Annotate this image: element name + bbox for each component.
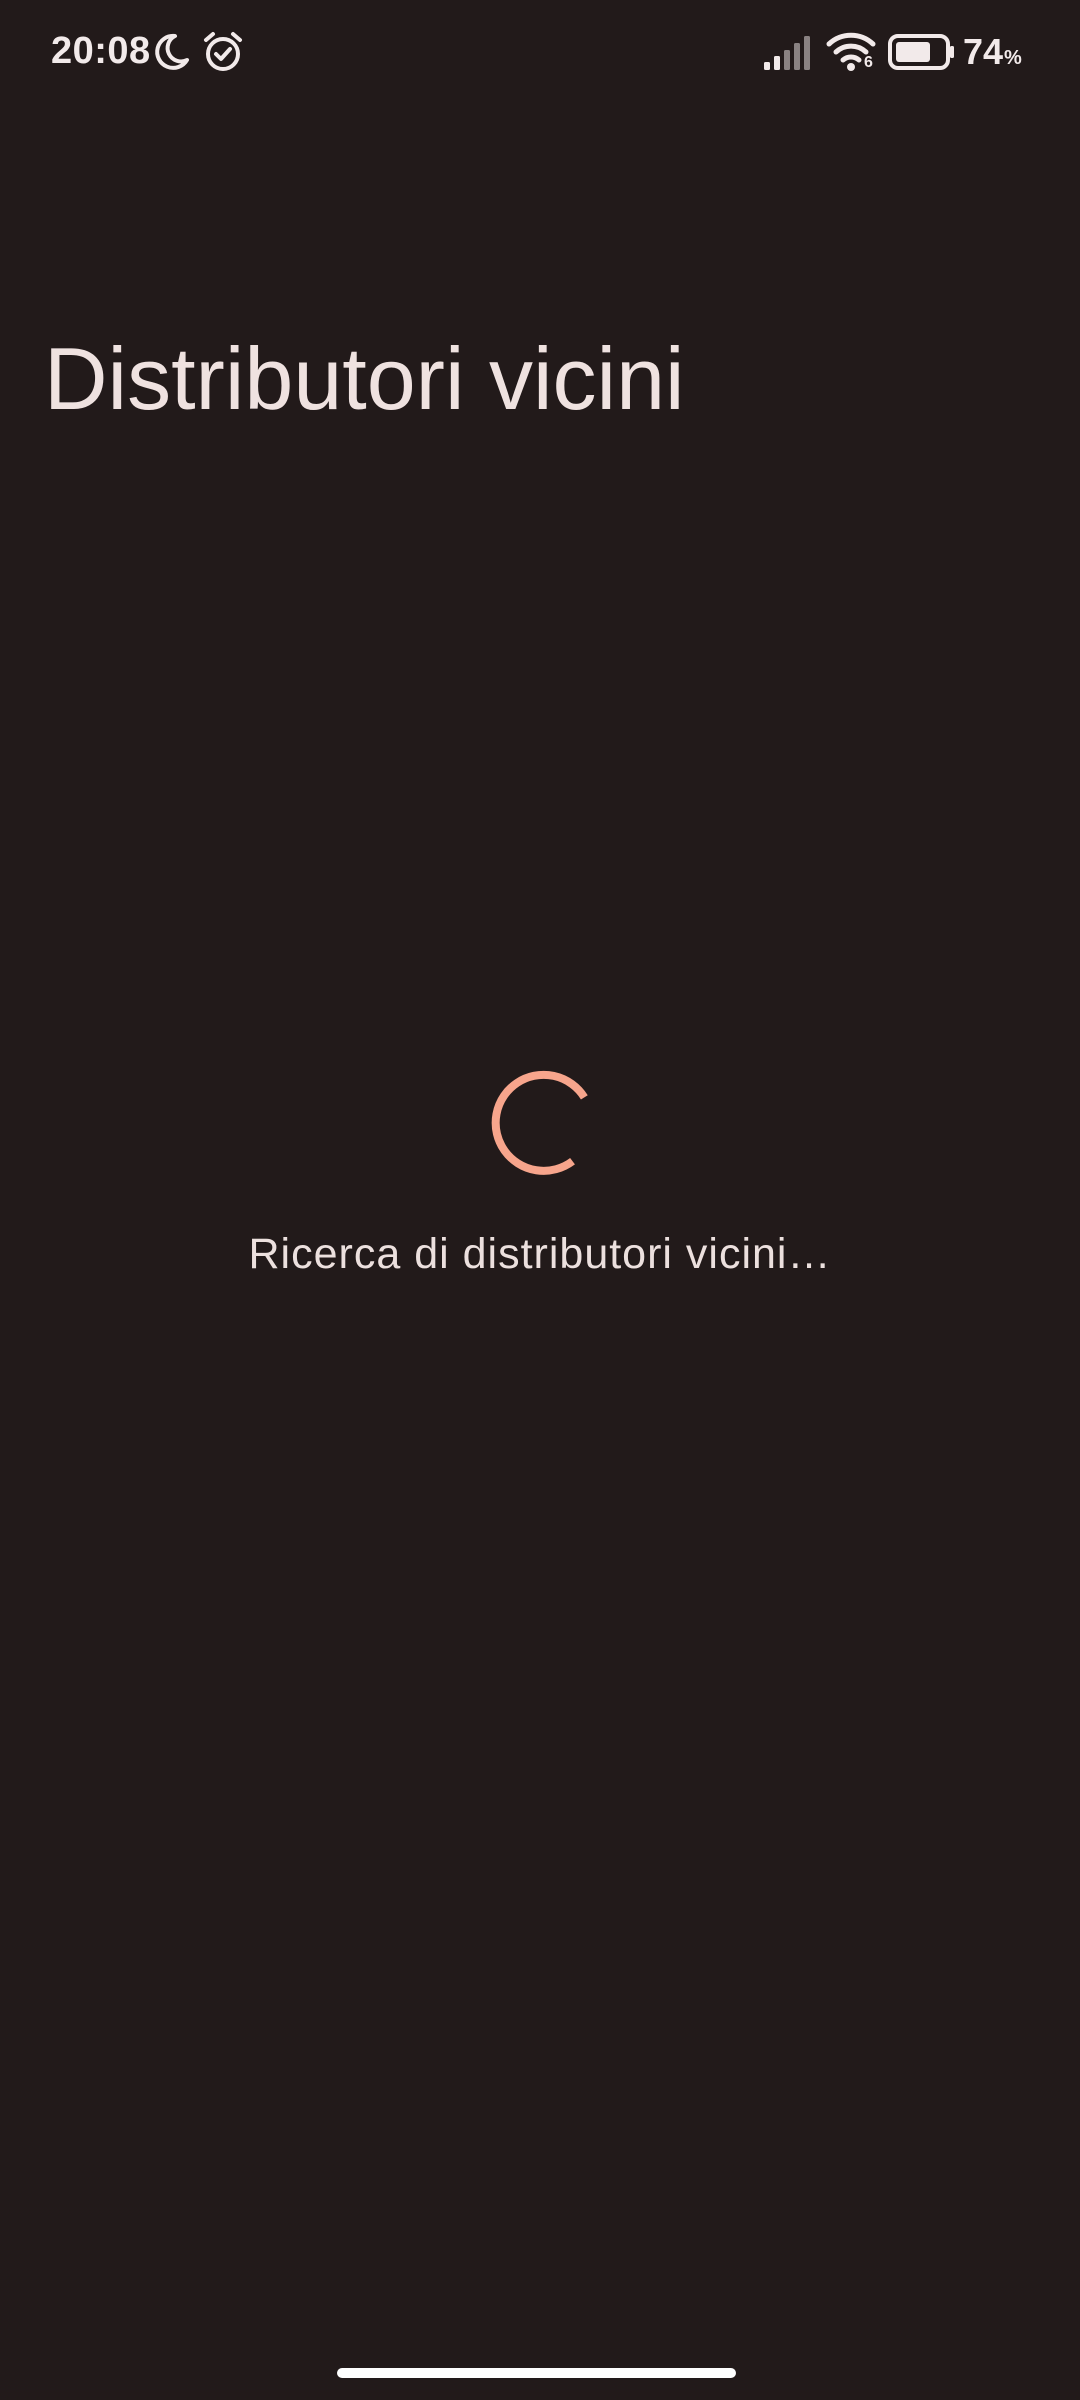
page-title: Distributori vicini bbox=[44, 329, 685, 428]
status-time: 20:08 bbox=[51, 30, 151, 72]
spinner-arc bbox=[491, 1070, 588, 1175]
wifi-generation-label: 6 bbox=[864, 54, 873, 71]
loading-message: Ricerca di distributori vicini… bbox=[248, 1230, 832, 1278]
moon-icon bbox=[155, 33, 189, 70]
battery-percentage-value: 74 bbox=[963, 31, 1004, 72]
alarm-icon bbox=[204, 32, 242, 71]
status-bar: 20:08 6 74% bbox=[0, 0, 1080, 104]
battery-percentage-sign: % bbox=[1004, 47, 1022, 69]
home-indicator[interactable] bbox=[337, 2368, 736, 2378]
loading-spinner bbox=[491, 1070, 588, 1175]
signal-icon bbox=[764, 36, 810, 70]
battery-icon bbox=[888, 34, 954, 70]
battery-percentage: 74% bbox=[963, 31, 1022, 73]
